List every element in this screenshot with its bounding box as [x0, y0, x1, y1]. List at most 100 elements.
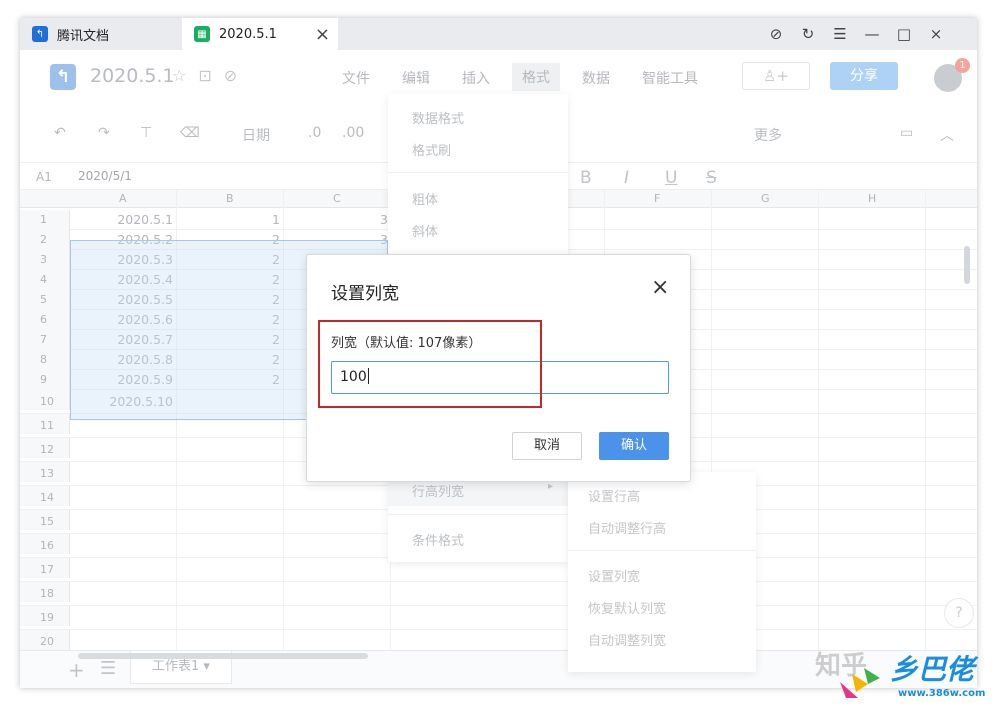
cancel-button[interactable]: 取消 — [512, 432, 582, 460]
cell-c[interactable]: 3 — [320, 210, 388, 230]
help-button[interactable]: ? — [944, 598, 974, 628]
format-painter-icon[interactable]: ⊤ — [140, 125, 152, 141]
collapse-toolbar-icon[interactable]: ︿ — [940, 125, 954, 145]
table-row: 19 — [20, 606, 977, 630]
menu-icon[interactable]: ☰ — [824, 25, 856, 43]
menu-divider — [388, 172, 568, 173]
compass-icon[interactable]: ⊘ — [760, 25, 792, 43]
watermark-logo-mark — [840, 668, 880, 698]
row-header[interactable]: 3 — [20, 250, 70, 270]
submenu-item-set-column-width[interactable]: 设置列宽 — [588, 566, 640, 585]
menu-format[interactable]: 格式 — [512, 63, 560, 91]
column-header-h[interactable]: H — [868, 192, 876, 205]
submenu-arrow-icon: ▸ — [548, 481, 554, 492]
menu-item-conditional-format[interactable]: 条件格式 — [412, 530, 464, 549]
comment-icon[interactable]: ▭ — [900, 125, 913, 141]
title-bar: ↰ 腾讯文档 ▦ 2020.5.1 × ⊘ ↻ ☰ — □ × — [20, 18, 977, 50]
add-sheet-icon[interactable]: + — [68, 658, 85, 682]
row-header[interactable]: 11 — [20, 414, 70, 434]
row-header[interactable]: 17 — [20, 558, 70, 578]
column-header-a[interactable]: A — [119, 192, 127, 205]
menu-insert[interactable]: 插入 — [462, 68, 490, 88]
row-header[interactable]: 16 — [20, 534, 70, 554]
menu-smart-tools[interactable]: 智能工具 — [642, 68, 698, 88]
menu-edit[interactable]: 编辑 — [402, 68, 430, 88]
row-header[interactable]: 20 — [20, 630, 70, 650]
close-tab-icon[interactable]: × — [315, 24, 330, 45]
menu-item-bold[interactable]: 粗体 — [412, 189, 438, 208]
maximize-icon[interactable]: □ — [888, 25, 920, 43]
confirm-button[interactable]: 确认 — [599, 432, 669, 460]
row-header[interactable]: 12 — [20, 438, 70, 458]
close-window-icon[interactable]: × — [920, 25, 952, 43]
minimize-icon[interactable]: — — [856, 25, 888, 43]
menu-item-label: 行高列宽 — [412, 485, 465, 500]
doc-title-icons: ☆ ⊡ ⊘ — [172, 66, 237, 85]
tencent-docs-logo[interactable]: ↰ — [50, 64, 76, 90]
column-width-label: 列宽（默认值: 107像素） — [331, 336, 482, 351]
set-column-width-dialog: 设置列宽 × 列宽（默认值: 107像素） 100 取消 确认 — [306, 254, 691, 482]
row-header[interactable]: 4 — [20, 270, 70, 290]
watermark-url: www.386w.com — [898, 688, 986, 699]
close-icon[interactable]: × — [651, 275, 669, 300]
row-header[interactable]: 10 — [20, 390, 70, 410]
menu-file[interactable]: 文件 — [342, 68, 370, 88]
cell-reference[interactable]: A1 — [36, 170, 52, 184]
input-value: 100 — [340, 369, 367, 385]
share-button[interactable]: 分享 — [830, 62, 898, 90]
row-header[interactable]: 14 — [20, 486, 70, 506]
refresh-icon[interactable]: ↻ — [792, 25, 824, 43]
sheet-list-icon[interactable]: ☰ — [100, 658, 116, 679]
submenu-item-autofit-column-width[interactable]: 自动调整列宽 — [588, 630, 666, 649]
undo-icon[interactable]: ↶ — [54, 125, 66, 141]
cell-a[interactable]: 2020.5.1 — [70, 210, 173, 230]
menu-item-format-painter[interactable]: 格式刷 — [412, 140, 451, 159]
increase-decimal-button[interactable]: .00 — [342, 125, 364, 141]
column-header-g[interactable]: G — [761, 192, 770, 205]
vertical-scrollbar[interactable] — [964, 246, 970, 284]
tencent-docs-icon: ↰ — [32, 26, 48, 42]
tab-label: 腾讯文档 — [57, 28, 110, 44]
menu-data[interactable]: 数据 — [582, 68, 610, 88]
table-row: 18 — [20, 582, 977, 606]
redo-icon[interactable]: ↷ — [98, 125, 110, 141]
column-header-b[interactable]: B — [226, 192, 234, 205]
column-header-f[interactable]: F — [654, 192, 660, 205]
formula-input[interactable]: 2020/5/1 — [78, 169, 132, 183]
eraser-icon[interactable]: ⌫ — [180, 125, 200, 141]
column-header-c[interactable]: C — [333, 192, 341, 205]
doc-title[interactable]: 2020.5.1 — [90, 65, 175, 87]
row-col-size-submenu: 设置行高 自动调整行高 设置列宽 恢复默认列宽 自动调整列宽 — [568, 472, 756, 672]
menu-item-italic[interactable]: 斜体 — [412, 221, 438, 240]
submenu-item-autofit-row-height[interactable]: 自动调整行高 — [588, 518, 666, 537]
status-icon[interactable]: ⊘ — [224, 66, 237, 85]
folder-icon[interactable]: ⊡ — [198, 66, 211, 85]
row-header[interactable]: 1 — [20, 210, 70, 230]
row-header[interactable]: 9 — [20, 370, 70, 390]
add-collaborator-button[interactable]: ♙+ — [742, 62, 810, 90]
row-header[interactable]: 13 — [20, 462, 70, 482]
horizontal-scrollbar[interactable] — [78, 653, 368, 659]
notification-badge: 1 — [955, 58, 970, 73]
decrease-decimal-button[interactable]: .0 — [308, 125, 321, 141]
row-header[interactable]: 7 — [20, 330, 70, 350]
star-icon[interactable]: ☆ — [172, 66, 186, 85]
row-header[interactable]: 2 — [20, 230, 70, 250]
row-header[interactable]: 5 — [20, 290, 70, 310]
row-header[interactable]: 6 — [20, 310, 70, 330]
row-header[interactable]: 15 — [20, 510, 70, 530]
row-header[interactable]: 18 — [20, 582, 70, 602]
more-dropdown[interactable]: 更多 — [754, 125, 782, 145]
submenu-item-set-row-height[interactable]: 设置行高 — [588, 486, 640, 505]
menu-divider — [388, 514, 568, 515]
menu-item-data-format[interactable]: 数据格式 — [412, 108, 464, 127]
cell-b[interactable]: 1 — [176, 210, 280, 230]
row-header[interactable]: 19 — [20, 606, 70, 626]
column-width-input[interactable]: 100 — [331, 361, 669, 394]
dialog-title: 设置列宽 — [331, 284, 399, 304]
tab-tencent-docs[interactable]: ↰ 腾讯文档 — [20, 18, 180, 50]
tab-document[interactable]: ▦ 2020.5.1 × — [182, 18, 338, 50]
submenu-item-reset-column-width[interactable]: 恢复默认列宽 — [588, 598, 666, 617]
date-format-dropdown[interactable]: 日期 — [242, 125, 270, 145]
row-header[interactable]: 8 — [20, 350, 70, 370]
